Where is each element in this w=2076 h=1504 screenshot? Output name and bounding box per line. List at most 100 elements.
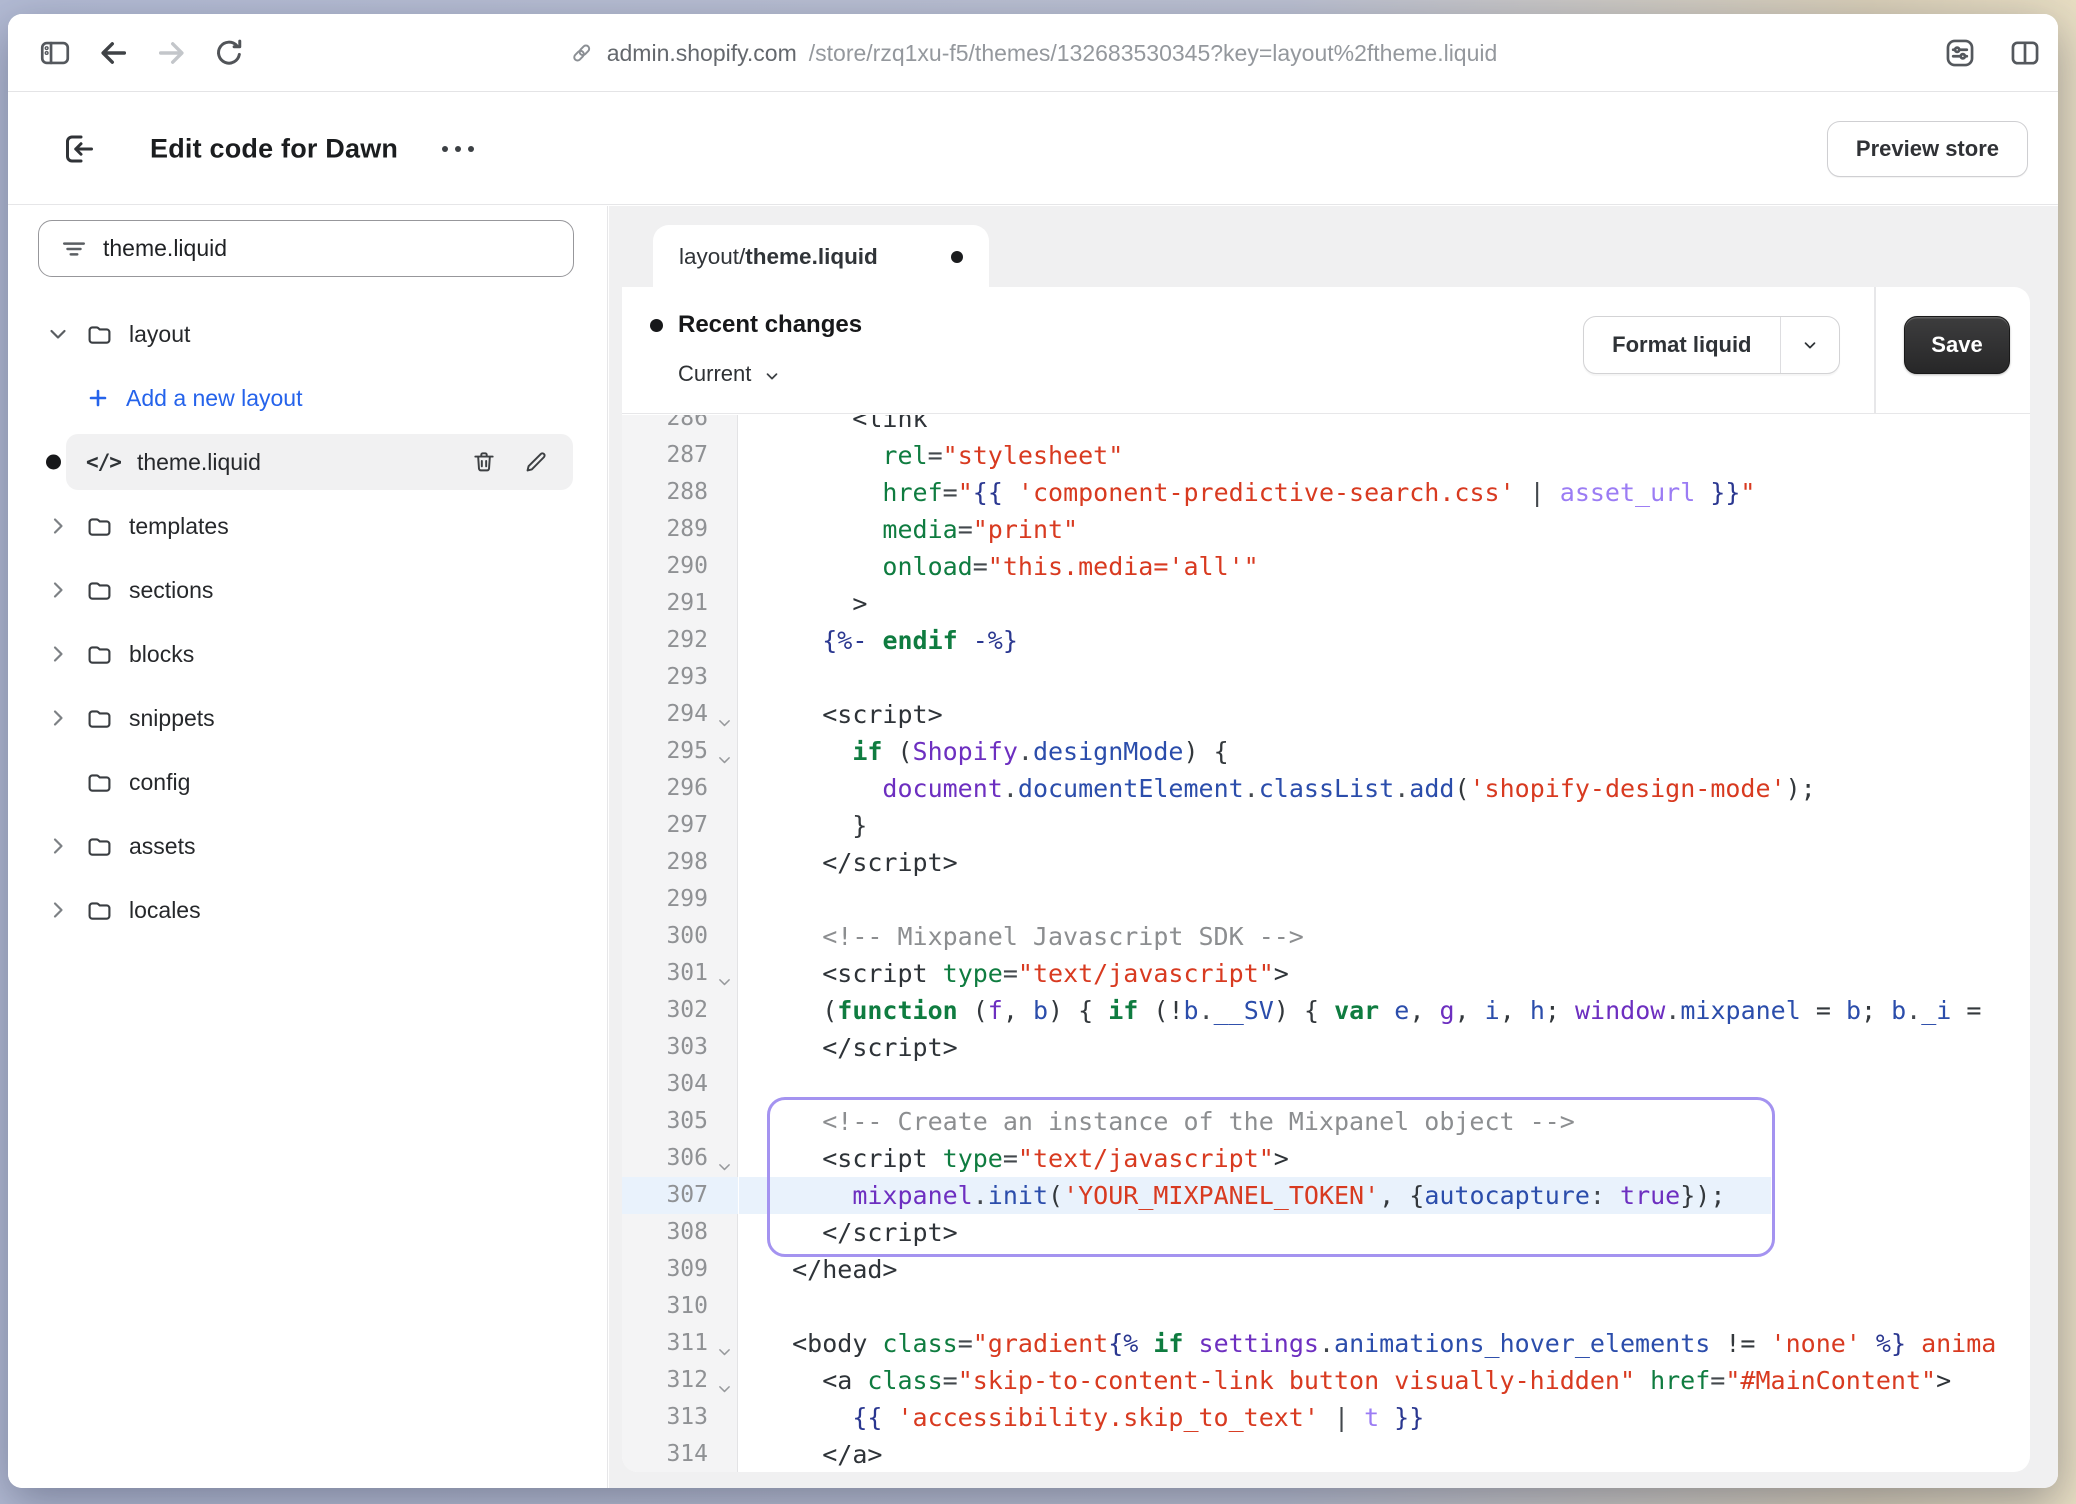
code-text[interactable]: {{ 'accessibility.skip_to_text' | t }} (738, 1399, 1424, 1436)
fold-toggle-icon[interactable] (716, 965, 733, 982)
code-line-293[interactable]: 293 (622, 659, 2030, 696)
trash-icon[interactable] (471, 449, 497, 475)
code-line-290[interactable]: 290 onload="this.media='all'" (622, 548, 2030, 585)
tab-theme-liquid[interactable]: layout/theme.liquid (653, 225, 989, 289)
code-text[interactable]: <!-- Create an instance of the Mixpanel … (738, 1103, 1575, 1140)
code-text[interactable]: rel="stylesheet" (738, 437, 1123, 474)
code-text[interactable]: </script> (738, 844, 958, 881)
save-button[interactable]: Save (1904, 316, 2010, 374)
page-settings-icon[interactable] (1943, 36, 1977, 70)
exit-icon[interactable] (60, 131, 96, 167)
code-line-314[interactable]: 314 </a> (622, 1436, 2030, 1472)
code-text[interactable]: <body class="gradient{% if settings.anim… (738, 1325, 1996, 1362)
sidebar-item-layout[interactable]: layout (8, 302, 607, 366)
code-line-306[interactable]: 306 <script type="text/javascript"> (622, 1140, 2030, 1177)
code-line-300[interactable]: 300 <!-- Mixpanel Javascript SDK --> (622, 918, 2030, 955)
code-line-307[interactable]: 307 mixpanel.init('YOUR_MIXPANEL_TOKEN',… (622, 1177, 2030, 1214)
preview-store-button[interactable]: Preview store (1827, 121, 2028, 177)
code-text[interactable]: href="{{ 'component-predictive-search.cs… (738, 474, 1755, 511)
sidebar-item-snippets[interactable]: snippets (8, 686, 607, 750)
code-line-292[interactable]: 292 {%- endif -%} (622, 622, 2030, 659)
version-dropdown[interactable]: Current (678, 361, 781, 387)
back-icon[interactable] (96, 36, 130, 70)
code-text[interactable]: </head> (738, 1251, 897, 1288)
code-text[interactable]: } (738, 807, 867, 844)
code-text[interactable]: </a> (738, 1436, 882, 1472)
file-search[interactable] (38, 220, 574, 277)
code-line-301[interactable]: 301 <script type="text/javascript"> (622, 955, 2030, 992)
code-line-312[interactable]: 312 <a class="skip-to-content-link butto… (622, 1362, 2030, 1399)
code-text[interactable]: <script> (738, 696, 943, 733)
sidebar-item-locales[interactable]: locales (8, 878, 607, 942)
overflow-menu-icon[interactable] (434, 138, 482, 160)
search-input[interactable] (103, 235, 551, 262)
code-text[interactable]: mixpanel.init('YOUR_MIXPANEL_TOKEN', {au… (738, 1177, 1725, 1214)
code-text[interactable]: </script> (738, 1029, 958, 1066)
code-line-303[interactable]: 303 </script> (622, 1029, 2030, 1066)
code-text[interactable]: </script> (738, 1214, 958, 1251)
fold-toggle-icon[interactable] (716, 1372, 733, 1389)
code-line-297[interactable]: 297 } (622, 807, 2030, 844)
sidebar-item-sections[interactable]: sections (8, 558, 607, 622)
line-number: 293 (622, 659, 738, 696)
code-line-309[interactable]: 309 </head> (622, 1251, 2030, 1288)
code-line-299[interactable]: 299 (622, 881, 2030, 918)
code-line-296[interactable]: 296 document.documentElement.classList.a… (622, 770, 2030, 807)
code-text[interactable]: (function (f, b) { if (!b.__SV) { var e,… (738, 992, 1981, 1029)
code-text[interactable]: if (Shopify.designMode) { (738, 733, 1229, 770)
fold-toggle-icon[interactable] (716, 743, 733, 760)
folder-label: sections (129, 577, 213, 604)
code-text[interactable]: <link (738, 415, 928, 437)
code-line-313[interactable]: 313 {{ 'accessibility.skip_to_text' | t … (622, 1399, 2030, 1436)
sidebar-toggle-icon[interactable] (38, 36, 72, 70)
format-liquid-button[interactable]: Format liquid (1584, 317, 1779, 373)
code-line-294[interactable]: 294 <script> (622, 696, 2030, 733)
code-line-304[interactable]: 304 (622, 1066, 2030, 1103)
code-text[interactable]: {%- endif -%} (738, 622, 1018, 659)
pencil-icon[interactable] (523, 449, 549, 475)
forward-icon[interactable] (155, 36, 189, 70)
fold-toggle-icon[interactable] (716, 1335, 733, 1352)
code-line-288[interactable]: 288 href="{{ 'component-predictive-searc… (622, 474, 2030, 511)
code-line-291[interactable]: 291 > (622, 585, 2030, 622)
editor-toolbar: Recent changes Current Format liquid (622, 287, 2030, 414)
split-view-icon[interactable] (2008, 36, 2042, 70)
format-options-button[interactable] (1781, 317, 1839, 373)
code-line-289[interactable]: 289 media="print" (622, 511, 2030, 548)
code-text[interactable]: document.documentElement.classList.add('… (738, 770, 1816, 807)
sidebar-item-templates[interactable]: templates (8, 494, 607, 558)
sidebar-item-assets[interactable]: assets (8, 814, 607, 878)
code-text[interactable] (738, 1066, 762, 1103)
line-number: 292 (622, 622, 738, 659)
code-text[interactable]: <script type="text/javascript"> (738, 1140, 1289, 1177)
code-line-295[interactable]: 295 if (Shopify.designMode) { (622, 733, 2030, 770)
code-text[interactable]: <!-- Mixpanel Javascript SDK --> (738, 918, 1304, 955)
address-bar[interactable]: admin.shopify.com/store/rzq1xu-f5/themes… (569, 14, 1498, 92)
code-text[interactable]: > (738, 585, 867, 622)
code-line-308[interactable]: 308 </script> (622, 1214, 2030, 1251)
code-text[interactable] (738, 881, 762, 918)
fold-toggle-icon[interactable] (716, 1150, 733, 1167)
sidebar-item-add-a-new-layout[interactable]: Add a new layout (8, 366, 607, 430)
code-line-302[interactable]: 302 (function (f, b) { if (!b.__SV) { va… (622, 992, 2030, 1029)
code-line-305[interactable]: 305 <!-- Create an instance of the Mixpa… (622, 1103, 2030, 1140)
code-editor[interactable]: 286 <link287 rel="stylesheet"288 href="{… (622, 415, 2030, 1472)
code-text[interactable] (738, 1288, 762, 1325)
code-line-311[interactable]: 311 <body class="gradient{% if settings.… (622, 1325, 2030, 1362)
code-line-287[interactable]: 287 rel="stylesheet" (622, 437, 2030, 474)
modified-dot (46, 455, 61, 470)
reload-icon[interactable] (212, 36, 246, 70)
code-text[interactable] (738, 659, 762, 696)
sidebar-item-config[interactable]: config (8, 750, 607, 814)
sidebar-item-blocks[interactable]: blocks (8, 622, 607, 686)
sidebar-item-theme-liquid[interactable]: </>theme.liquid (8, 430, 607, 494)
code-line-298[interactable]: 298 </script> (622, 844, 2030, 881)
code-line-310[interactable]: 310 (622, 1288, 2030, 1325)
code-text[interactable]: <script type="text/javascript"> (738, 955, 1289, 992)
code-text[interactable]: media="print" (738, 511, 1078, 548)
code-text[interactable]: onload="this.media='all'" (738, 548, 1259, 585)
code-line-286[interactable]: 286 <link (622, 415, 2030, 437)
fold-toggle-icon[interactable] (716, 706, 733, 723)
code-text[interactable]: <a class="skip-to-content-link button vi… (738, 1362, 1951, 1399)
folder-icon (86, 641, 113, 668)
